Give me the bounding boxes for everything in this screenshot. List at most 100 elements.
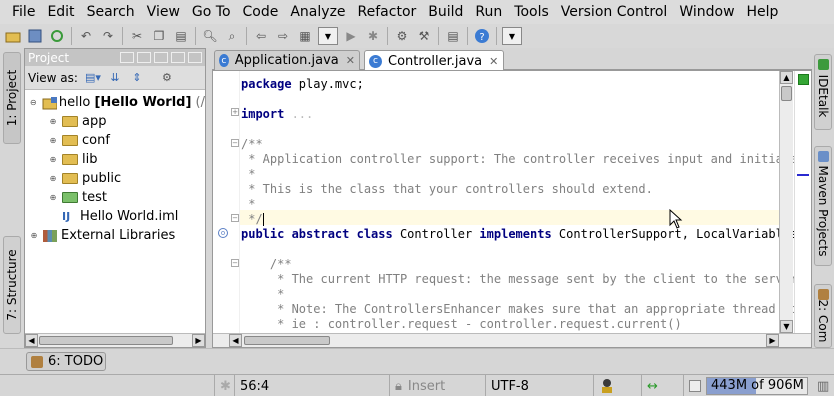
tree-item-conf[interactable]: ⊕ conf: [25, 131, 205, 150]
panel-minimize-icon[interactable]: [171, 52, 185, 63]
scroll-up-icon[interactable]: ▲: [780, 71, 793, 84]
menu-build[interactable]: Build: [422, 0, 469, 24]
vcs-icon[interactable]: ↔: [641, 375, 683, 396]
menu-goto[interactable]: Go To: [186, 0, 237, 24]
expand-toggle-icon[interactable]: ⊕: [48, 193, 58, 203]
menu-window[interactable]: Window: [673, 0, 740, 24]
fold-marker-icon[interactable]: −: [231, 214, 239, 222]
panel-split-icon[interactable]: [137, 52, 151, 63]
debug-icon[interactable]: ✱: [362, 26, 384, 46]
idetalk-tool-tab[interactable]: IDEtalk: [814, 54, 832, 130]
inspection-ok-icon[interactable]: [798, 74, 809, 85]
tree-item-public[interactable]: ⊕ public: [25, 169, 205, 188]
back-icon[interactable]: ⇦: [250, 26, 272, 46]
sync-icon[interactable]: [46, 26, 68, 46]
module-icon: [42, 96, 57, 109]
toolbar-dropdown[interactable]: ▼: [502, 27, 522, 45]
stripe-marker[interactable]: [797, 174, 809, 176]
tree-item-external-libraries[interactable]: ⊕ External Libraries: [25, 226, 205, 245]
structure-icon[interactable]: ▦: [294, 26, 316, 46]
scroll-right-icon[interactable]: ▶: [766, 334, 779, 347]
expand-toggle-icon[interactable]: ⊕: [48, 174, 58, 184]
fold-marker-icon[interactable]: +: [231, 108, 239, 116]
scrollbar-thumb[interactable]: [244, 336, 330, 345]
maven-tool-tab[interactable]: Maven Projects: [814, 146, 832, 266]
memory-indicator[interactable]: 443M of 906M: [706, 377, 808, 395]
status-checkbox[interactable]: [683, 375, 706, 396]
help-icon[interactable]: ?: [471, 26, 493, 46]
menu-help[interactable]: Help: [741, 0, 785, 24]
editor-horizontal-scrollbar[interactable]: ◀ ▶: [213, 333, 811, 347]
expand-toggle-icon[interactable]: ⊕: [48, 136, 58, 146]
project-structure-icon[interactable]: ⚒: [413, 26, 435, 46]
scrollbar-thumb[interactable]: [39, 336, 173, 345]
tree-item-app[interactable]: ⊕ app: [25, 112, 205, 131]
inspector-icon[interactable]: [593, 375, 641, 396]
scroll-left-icon[interactable]: ◀: [229, 334, 242, 347]
close-icon[interactable]: ✕: [489, 55, 498, 68]
editor-vertical-scrollbar[interactable]: ▲ ▼: [779, 71, 793, 333]
fold-marker-icon[interactable]: −: [231, 259, 239, 267]
tab-controller-java[interactable]: c Controller.java ✕: [364, 50, 504, 71]
override-marker-icon[interactable]: o: [218, 228, 228, 238]
scroll-left-icon[interactable]: ◀: [25, 334, 38, 347]
expand-toggle-icon[interactable]: ⊕: [29, 231, 39, 241]
expand-toggle-icon[interactable]: ⊕: [48, 117, 58, 127]
caret-position[interactable]: 56:4: [234, 375, 389, 396]
forward-icon[interactable]: ⇨: [272, 26, 294, 46]
settings-icon[interactable]: ⚙: [391, 26, 413, 46]
tab-application-java[interactable]: c Application.java ✕: [214, 50, 360, 70]
menu-search[interactable]: Search: [81, 0, 141, 24]
code-line: /**: [241, 257, 292, 271]
insert-mode[interactable]: 🔒︎ Insert: [389, 375, 485, 396]
todo-tool-tab[interactable]: 6: TODO: [26, 352, 106, 371]
redo-icon[interactable]: ↷: [97, 26, 119, 46]
undo-icon[interactable]: ↶: [75, 26, 97, 46]
paste-icon[interactable]: ▤: [170, 26, 192, 46]
menu-analyze[interactable]: Analyze: [284, 0, 351, 24]
panel-pin-icon[interactable]: [154, 52, 168, 63]
menu-view[interactable]: View: [141, 0, 186, 24]
fold-marker-icon[interactable]: −: [231, 139, 239, 147]
sdk-icon[interactable]: ▤: [442, 26, 464, 46]
tree-item-test[interactable]: ⊕ test: [25, 188, 205, 207]
menu-refactor[interactable]: Refactor: [352, 0, 423, 24]
expand-toggle-icon[interactable]: ⊕: [48, 155, 58, 165]
scroll-right-icon[interactable]: ▶: [192, 334, 205, 347]
close-icon[interactable]: ✕: [346, 54, 355, 67]
project-horizontal-scrollbar[interactable]: ◀ ▶: [25, 333, 205, 347]
current-line-highlight: [213, 210, 781, 225]
scroll-down-icon[interactable]: ▼: [780, 320, 793, 333]
panel-float-icon[interactable]: [120, 52, 134, 63]
tree-item-hello[interactable]: ⊖ hello [Hello World] (/: [25, 93, 205, 112]
menu-edit[interactable]: Edit: [41, 0, 80, 24]
tree-item-lib[interactable]: ⊕ lib: [25, 150, 205, 169]
scroll-from-source-icon[interactable]: ⇊: [104, 69, 126, 87]
code-editor[interactable]: + − − o − package play.mvc; import ... /…: [212, 70, 812, 348]
save-icon[interactable]: [24, 26, 46, 46]
view-mode-combo[interactable]: ▤▾: [82, 69, 104, 87]
menu-run[interactable]: Run: [469, 0, 508, 24]
cut-icon[interactable]: ✂: [126, 26, 148, 46]
panel-settings-icon[interactable]: ⚙: [156, 69, 178, 87]
find-icon[interactable]: 🔍︎: [199, 26, 221, 46]
file-encoding[interactable]: UTF-8: [485, 375, 593, 396]
structure-tool-tab[interactable]: 7: Structure: [3, 236, 21, 334]
menu-tools[interactable]: Tools: [508, 0, 555, 24]
garbage-collect-icon[interactable]: ▥: [812, 375, 834, 396]
replace-icon[interactable]: ⌕: [221, 26, 243, 46]
scrollbar-thumb[interactable]: [781, 86, 792, 101]
expand-toggle-icon[interactable]: ⊖: [29, 98, 38, 108]
collapse-all-icon[interactable]: ⇕: [126, 69, 148, 87]
copy-icon[interactable]: ❐: [148, 26, 170, 46]
menu-version-control[interactable]: Version Control: [555, 0, 674, 24]
open-folder-icon[interactable]: [2, 26, 24, 46]
project-tool-tab[interactable]: 1: Project: [3, 52, 21, 144]
run-config-combo[interactable]: ▼: [318, 27, 338, 45]
panel-hide-icon[interactable]: [188, 52, 202, 63]
menu-file[interactable]: File: [6, 0, 41, 24]
commander-tool-tab[interactable]: 2: Com: [814, 284, 832, 348]
run-icon[interactable]: ▶: [340, 26, 362, 46]
tree-item-iml[interactable]: IJ Hello World.iml: [25, 207, 205, 226]
menu-code[interactable]: Code: [237, 0, 285, 24]
